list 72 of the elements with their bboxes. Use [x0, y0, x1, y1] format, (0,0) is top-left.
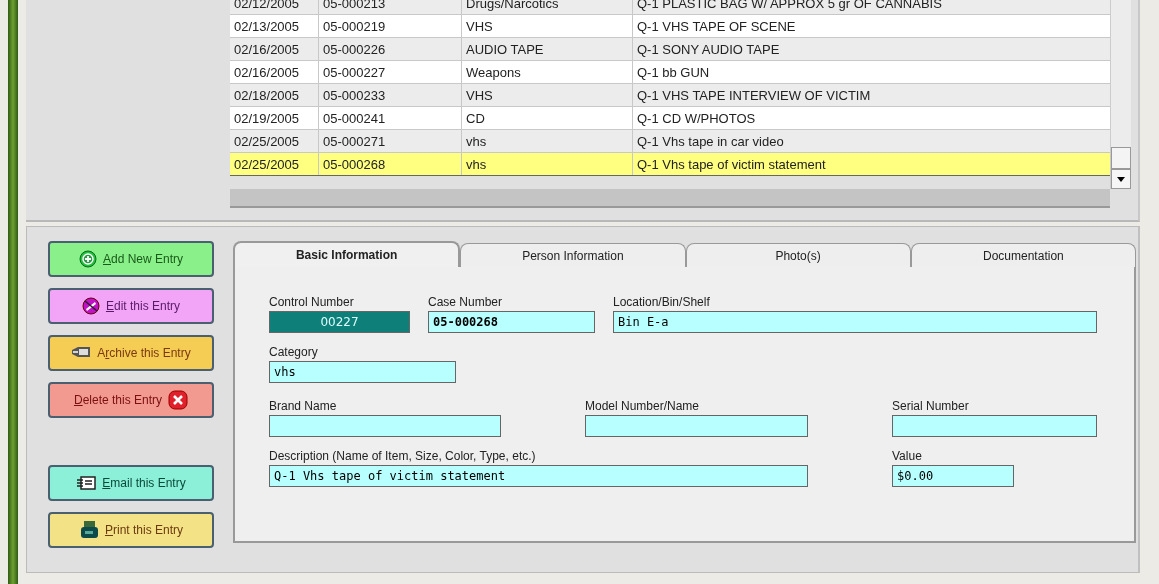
tab[interactable]: Basic Information — [233, 241, 461, 267]
table-cell-text: Q-1 CD W/PHOTOS — [636, 110, 757, 128]
action-button[interactable]: Add New Entry — [48, 241, 214, 277]
input-field[interactable] — [269, 415, 501, 437]
action-button[interactable]: Archive this Entry — [48, 335, 214, 371]
table-cell: 02/13/2005 — [230, 15, 319, 37]
table-cell: 05-000226 — [319, 38, 462, 60]
table-cell: 02/16/2005 — [230, 38, 319, 60]
table-cell: 02/25/2005 — [230, 153, 319, 175]
input-field[interactable]: Q-1 Vhs tape of victim statement — [269, 465, 808, 487]
input-field[interactable]: 05-000268 — [428, 311, 595, 333]
field-label: Category — [269, 345, 319, 361]
table-cell: 05-000241 — [319, 107, 462, 129]
table-cell: vhs — [462, 153, 633, 175]
table-cell: 05-000219 — [319, 15, 462, 37]
field-label: Case Number — [428, 295, 504, 311]
table-cell: VHS — [462, 15, 633, 37]
table-cell: 02/16/2005 — [230, 61, 319, 83]
input-field[interactable]: Bin E-a — [613, 311, 1097, 333]
action-button[interactable]: Email this Entry — [48, 465, 214, 501]
field-label: Description (Name of Item, Size, Color, Type, etc.) — [269, 449, 537, 465]
table-cell: 02/19/2005 — [230, 107, 319, 129]
table-cell: 05-000271 — [319, 130, 462, 152]
table-cell: VHS — [462, 84, 633, 106]
close-icon — [168, 390, 188, 410]
tab[interactable]: Person Information — [460, 243, 686, 267]
scrollbar[interactable] — [1110, 0, 1131, 189]
table-cell: 02/25/2005 — [230, 130, 319, 152]
field-label: Control Number — [269, 295, 355, 311]
tab[interactable]: Documentation — [910, 243, 1136, 267]
input-field[interactable] — [585, 415, 808, 437]
action-button[interactable]: Delete this Entry — [48, 382, 214, 418]
field-label: Brand Name — [269, 399, 338, 415]
field-label: Value — [892, 449, 923, 465]
table-row[interactable]: 02/16/2005 05-000226 AUDIO TAPE Q-1 SONY AUDIO TAPE — [230, 38, 1110, 61]
table-cell-text: Q-1 SONY AUDIO TAPE — [636, 41, 781, 59]
table-cell-text: Q-1 Vhs tape of victim statement — [636, 156, 827, 174]
table-cell: 05-000233 — [319, 84, 462, 106]
table-row[interactable]: 02/25/2005 05-000268 vhs Q-1 Vhs tape of victim statement — [230, 153, 1110, 176]
table-cell: Weapons — [462, 61, 633, 83]
field-label: Serial Number — [892, 399, 970, 415]
scrollbar-thumb[interactable] — [1111, 147, 1131, 169]
horizontal-scrollbar[interactable] — [230, 189, 1110, 208]
tab[interactable]: Photo(s) — [685, 243, 911, 267]
scroll-down-button[interactable] — [1111, 169, 1131, 189]
table-row[interactable]: 02/19/2005 05-000241 CD Q-1 CD W/PHOTOS — [230, 107, 1110, 130]
action-button[interactable]: Print this Entry — [48, 512, 214, 548]
table-cell: vhs — [462, 130, 633, 152]
table-cell-text: Q-1 VHS TAPE OF SCENE — [636, 18, 797, 36]
table-row[interactable]: 02/13/2005 05-000219 VHS Q-1 VHS TAPE OF SCENE — [230, 15, 1110, 38]
table-cell: 05-000268 — [319, 153, 462, 175]
input-field[interactable]: $0.00 — [892, 465, 1014, 487]
table-row[interactable]: 02/16/2005 05-000227 Weapons Q-1 bb GUN — [230, 61, 1110, 84]
printer-icon — [78, 520, 99, 540]
envelope-icon — [76, 476, 97, 490]
table-cell-text: Q-1 VHS TAPE INTERVIEW OF VICTIM — [636, 87, 872, 105]
action-button[interactable]: Edit this Entry — [48, 288, 214, 324]
table-row[interactable]: 02/25/2005 05-000271 vhs Q-1 Vhs tape in car video — [230, 130, 1110, 153]
input-field[interactable]: vhs — [269, 361, 456, 383]
input-field[interactable] — [892, 415, 1097, 437]
plus-circle-icon — [78, 250, 97, 268]
table-cell-text: Q-1 Vhs tape in car video — [636, 133, 785, 151]
down-arrow-icon — [1117, 176, 1125, 182]
table-cell: CD — [462, 107, 633, 129]
table-cell: 02/18/2005 — [230, 84, 319, 106]
field-label: Location/Bin/Shelf — [613, 295, 711, 311]
table-row[interactable]: 02/18/2005 05-000233 VHS Q-1 VHS TAPE INTERVIEW OF VICTIM — [230, 84, 1110, 107]
table-cell: 05-000227 — [319, 61, 462, 83]
table-cell: AUDIO TAPE — [462, 38, 633, 60]
field-label: Model Number/Name — [585, 399, 701, 415]
table-cell-text: Q-1 bb GUN — [636, 64, 711, 82]
readonly-field: 00227 — [269, 311, 410, 333]
